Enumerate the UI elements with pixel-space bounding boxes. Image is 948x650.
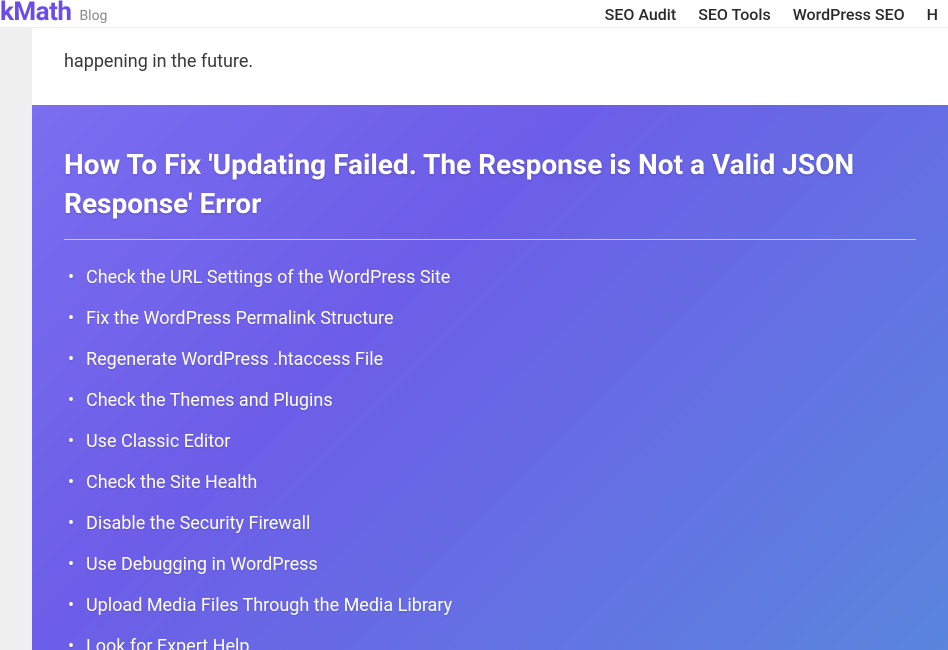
toc-item[interactable]: Check the Site Health [86,469,916,496]
article-intro: happening in the future. [32,28,948,105]
nav-seo-audit[interactable]: SEO Audit [605,5,677,24]
blog-label[interactable]: Blog [79,8,107,24]
intro-text-fragment: happening in the future. [64,48,916,75]
site-header: kMath Blog SEO Audit SEO Tools WordPress… [0,0,948,28]
toc-item[interactable]: Use Classic Editor [86,428,916,455]
toc-item[interactable]: Fix the WordPress Permalink Structure [86,305,916,332]
nav-item-partial[interactable]: H [927,5,938,24]
toc-item[interactable]: Check the URL Settings of the WordPress … [86,264,916,291]
toc-item[interactable]: Look for Expert Help [86,633,916,650]
toc-item[interactable]: Use Debugging in WordPress [86,551,916,578]
toc-item[interactable]: Regenerate WordPress .htaccess File [86,346,916,373]
main-nav: SEO Audit SEO Tools WordPress SEO H [605,5,948,24]
nav-seo-tools[interactable]: SEO Tools [698,5,771,24]
toc-title: How To Fix 'Updating Failed. The Respons… [64,145,916,240]
toc-list: Check the URL Settings of the WordPress … [64,264,916,650]
logo-area[interactable]: kMath Blog [0,0,107,27]
toc-item[interactable]: Check the Themes and Plugins [86,387,916,414]
toc-item[interactable]: Disable the Security Firewall [86,510,916,537]
toc-item[interactable]: Upload Media Files Through the Media Lib… [86,592,916,619]
logo-text: kMath [0,0,71,27]
page-body: happening in the future. How To Fix 'Upd… [0,28,948,650]
nav-wordpress-seo[interactable]: WordPress SEO [793,5,905,24]
table-of-contents: How To Fix 'Updating Failed. The Respons… [32,105,948,650]
